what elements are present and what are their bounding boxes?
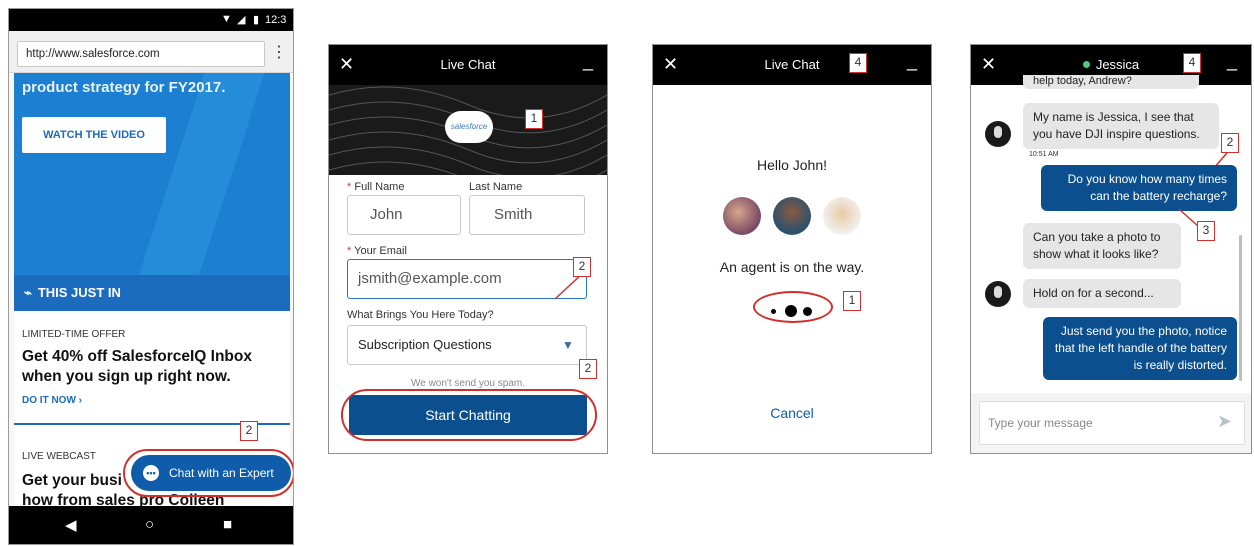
agent-avatar [723,197,761,235]
email-label: * Your Email [347,245,407,257]
chat-title: Live Chat [440,57,496,72]
bolt-icon: ⌁ [24,285,32,300]
status-bar: ▼ ◢ ▮ 12:3 [9,9,293,31]
last-name-label: Last Name [469,181,523,193]
agent-status-text: An agent is on the way. [719,259,865,275]
reason-select[interactable]: Subscription Questions ▼ [347,325,587,365]
just-in-label: THIS JUST IN [37,285,121,300]
battery-icon: ▮ [253,14,260,26]
message-bubble-agent: help today, Andrew? [1023,75,1199,89]
highlight-ring [341,389,597,441]
recents-icon[interactable]: ■ [223,516,232,533]
offer-eyebrow: LIMITED-TIME OFFER [22,329,126,340]
signal-icon: ◢ [237,14,246,26]
callout-badge-header: 4 [1183,53,1201,73]
waiting-window: Live Chat ✕ _ 4 Hello John! An agent is … [652,44,932,454]
agent-avatar [773,197,811,235]
offer-headline[interactable]: Get 40% off SalesforceIQ Inbox when you … [22,347,284,387]
message-timestamp: 10:51 AM [1029,151,1059,158]
callout-badge: 2 [240,421,258,441]
agent-avatar [985,121,1011,147]
minimize-icon[interactable]: _ [583,51,593,71]
cancel-link[interactable]: Cancel [653,405,931,421]
do-it-now-link[interactable]: DO IT NOW › [22,395,82,406]
callout-badge-email: 2 [573,257,591,277]
conversation-window: Jessica ✕ _ 4 help today, Andrew? My nam… [970,44,1252,454]
callout-badge-button: 2 [579,359,597,379]
wifi-icon: ▼ [221,13,232,25]
first-name-field[interactable]: John [347,195,461,235]
close-icon[interactable]: ✕ [981,54,996,74]
minimize-icon[interactable]: _ [1227,51,1237,71]
chat-title: Live Chat [764,57,820,72]
scrollbar[interactable] [1239,235,1242,381]
watch-video-button[interactable]: WATCH THE VIDEO [22,117,166,153]
prechat-form-window: Live Chat ✕ _ salesforce 1 * Full Name L… [328,44,608,454]
mobile-browser-screen: ▼ ◢ ▮ 12:3 http://www.salesforce.com ⋮ p… [8,8,294,545]
callout-badge-2: 2 [1221,133,1239,153]
online-status-icon [1082,61,1090,68]
spam-note: We won't send you spam. [410,378,525,389]
home-icon[interactable]: ○ [145,516,154,533]
close-icon[interactable]: ✕ [339,54,354,74]
chat-header: Live Chat ✕ _ [653,45,931,85]
reason-label: What Brings You Here Today? [347,309,494,321]
greeting-text: Hello John! [756,157,828,173]
message-bubble-agent: Hold on for a second... [1023,279,1181,308]
branding-banner: salesforce [329,85,607,175]
message-bubble-agent: Can you take a photo to show what it loo… [1023,223,1181,269]
webcast-eyebrow: LIVE WEBCAST [22,451,96,462]
callout-badge-logo: 1 [525,109,543,129]
chevron-down-icon: ▼ [562,338,574,352]
callout-badge-header: 4 [849,53,867,73]
back-icon[interactable]: ◀ [65,516,77,534]
browser-toolbar: http://www.salesforce.com ⋮ [9,31,293,73]
callout-badge-3: 3 [1197,221,1215,241]
agent-avatar [823,197,861,235]
status-time: 12:3 [265,14,287,26]
salesforce-logo: salesforce [445,111,493,143]
just-in-header: ⌁ THIS JUST IN [14,275,290,311]
highlight-ring [753,291,833,323]
full-name-label: * Full Name [347,181,405,193]
minimize-icon[interactable]: _ [907,51,917,71]
overflow-menu-icon[interactable]: ⋮ [271,43,287,65]
chat-header: Live Chat ✕ _ [329,45,607,85]
android-nav-bar: ◀ ○ ■ [9,506,293,544]
reason-selected-value: Subscription Questions [358,337,492,352]
agent-avatar [985,281,1011,307]
send-icon[interactable]: ➤ [1217,411,1232,432]
message-input[interactable]: Type your message [979,401,1245,445]
highlight-ring [123,449,293,497]
close-icon[interactable]: ✕ [663,54,678,74]
agent-name: Jessica [971,57,1251,72]
address-bar[interactable]: http://www.salesforce.com [17,41,265,67]
message-bubble-visitor: Just send you the photo, notice that the… [1043,317,1237,380]
callout-badge-dots: 1 [843,291,861,311]
hero-title: product strategy for FY2017. [22,79,226,96]
message-bubble-agent: My name is Jessica, I see that you have … [1023,103,1219,149]
last-name-field[interactable]: Smith [469,195,585,235]
